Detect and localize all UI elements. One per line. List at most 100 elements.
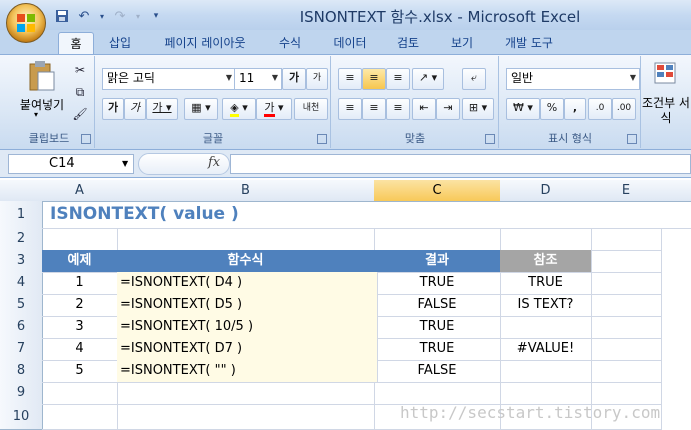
cell-reference[interactable] [500, 360, 592, 383]
orientation-button[interactable]: ↗ ▾ [412, 68, 444, 90]
cell-c2[interactable] [374, 228, 501, 251]
conditional-formatting-label[interactable]: 조건부 서식 [642, 96, 690, 126]
cell-c9[interactable] [374, 382, 501, 405]
redo-icon[interactable]: ↷ [112, 8, 128, 24]
cell-example[interactable]: 2 [42, 294, 118, 317]
cell-result[interactable]: FALSE [374, 294, 501, 317]
tab-developer[interactable]: 개발 도구 [494, 32, 564, 54]
font-size-select[interactable]: 11 ▼ [234, 68, 282, 90]
cell-formula[interactable]: =ISNONTEXT( 10/5 ) [117, 316, 378, 339]
cell-formula[interactable]: =ISNONTEXT( "" ) [117, 360, 378, 383]
cell-reference[interactable] [500, 316, 592, 339]
row-header-9[interactable]: 9 [0, 382, 43, 405]
cell-example[interactable]: 5 [42, 360, 118, 383]
row-header-3[interactable]: 3 [0, 250, 43, 273]
customize-qat-icon[interactable]: ▾ [148, 8, 164, 24]
grow-font-button[interactable]: 가 [282, 68, 306, 90]
column-header-a[interactable]: A [42, 180, 118, 202]
merge-center-button[interactable]: ⊞ ▾ [462, 98, 494, 120]
cell-example[interactable]: 3 [42, 316, 118, 339]
font-launcher-icon[interactable] [317, 134, 327, 144]
tab-data[interactable]: 데이터 [322, 32, 378, 54]
cell-a10[interactable] [42, 404, 118, 430]
paste-button-label[interactable]: 붙여넣기 [10, 96, 74, 113]
copy-icon[interactable]: ⧉ [70, 82, 90, 102]
shrink-font-button[interactable]: 가 [306, 68, 328, 90]
align-center-button[interactable]: ≡ [362, 98, 386, 120]
paste-icon[interactable] [24, 60, 58, 94]
row-header-7[interactable]: 7 [0, 338, 43, 361]
comma-button[interactable]: , [564, 98, 586, 120]
cell-b9[interactable] [117, 382, 375, 405]
underline-button[interactable]: 가 ▾ [146, 98, 178, 120]
column-header-b[interactable]: B [117, 180, 375, 202]
cell-reference[interactable]: TRUE [500, 272, 592, 295]
redo-dropdown-icon[interactable]: ▾ [134, 8, 142, 24]
currency-button[interactable]: ₩ ▾ [506, 98, 540, 120]
row-header-6[interactable]: 6 [0, 316, 43, 339]
column-header-d[interactable]: D [500, 180, 592, 202]
fill-color-button[interactable]: ◈ ▾ [222, 98, 256, 120]
cell-e5[interactable] [591, 294, 662, 317]
align-bottom-button[interactable]: ≡ [386, 68, 410, 90]
cell-e2[interactable] [591, 228, 662, 251]
number-format-select[interactable]: 일반 ▼ [506, 68, 640, 90]
column-header-c[interactable]: C [374, 180, 501, 202]
cut-icon[interactable]: ✂ [70, 60, 90, 80]
cell-e4[interactable] [591, 272, 662, 295]
cell-b2[interactable] [117, 228, 375, 251]
decrease-decimal-button[interactable]: .00 [612, 98, 636, 120]
cell-e3[interactable] [591, 250, 662, 273]
cell-e6[interactable] [591, 316, 662, 339]
align-top-button[interactable]: ≡ [338, 68, 362, 90]
sheet-title[interactable]: ISNONTEXT( value ) [42, 201, 691, 229]
cell-reference[interactable]: IS TEXT? [500, 294, 592, 317]
header-formula[interactable]: 함수식 [117, 250, 375, 273]
wrap-text-button[interactable]: ⤶ [462, 68, 486, 90]
select-all-corner[interactable] [0, 180, 43, 202]
cell-a2[interactable] [42, 228, 118, 251]
cell-e8[interactable] [591, 360, 662, 383]
font-color-button[interactable]: 가 ▾ [256, 98, 292, 120]
cell-formula[interactable]: =ISNONTEXT( D5 ) [117, 294, 378, 317]
cell-d2[interactable] [500, 228, 592, 251]
cell-result[interactable]: TRUE [374, 316, 501, 339]
tab-insert[interactable]: 삽입 [100, 32, 140, 54]
header-reference[interactable]: 참조 [500, 250, 592, 273]
name-box[interactable]: C14 [8, 154, 134, 174]
alignment-launcher-icon[interactable] [485, 134, 495, 144]
conditional-formatting-icon[interactable] [652, 62, 678, 88]
increase-decimal-button[interactable]: .0 [588, 98, 612, 120]
clipboard-launcher-icon[interactable] [81, 134, 91, 144]
tab-page-layout[interactable]: 페이지 레이아웃 [150, 32, 260, 54]
paste-dropdown-icon[interactable]: ▾ [34, 110, 38, 119]
cell-result[interactable]: TRUE [374, 338, 501, 361]
font-name-select[interactable]: 맑은 고딕 ▼ [102, 68, 236, 90]
insert-function-icon[interactable]: fx [208, 155, 220, 170]
column-header-e[interactable]: E [591, 180, 662, 202]
row-header-8[interactable]: 8 [0, 360, 43, 383]
phonetic-button[interactable]: 내천 [294, 98, 328, 120]
cell-b10[interactable] [117, 404, 375, 430]
row-header-5[interactable]: 5 [0, 294, 43, 317]
decrease-indent-button[interactable]: ⇤ [412, 98, 436, 120]
tab-home[interactable]: 홈 [58, 32, 94, 55]
cell-e7[interactable] [591, 338, 662, 361]
row-header-4[interactable]: 4 [0, 272, 43, 295]
cell-d9[interactable] [500, 382, 592, 405]
column-header-f[interactable] [661, 180, 691, 202]
header-result[interactable]: 결과 [374, 250, 501, 273]
save-icon[interactable] [54, 8, 70, 24]
cell-e9[interactable] [591, 382, 662, 405]
number-launcher-icon[interactable] [627, 134, 637, 144]
header-example[interactable]: 예제 [42, 250, 118, 273]
increase-indent-button[interactable]: ⇥ [436, 98, 460, 120]
align-left-button[interactable]: ≡ [338, 98, 362, 120]
percent-button[interactable]: % [540, 98, 564, 120]
tab-view[interactable]: 보기 [440, 32, 484, 54]
italic-button[interactable]: 가 [124, 98, 146, 120]
align-right-button[interactable]: ≡ [386, 98, 410, 120]
row-header-1[interactable]: 1 [0, 201, 43, 229]
cell-result[interactable]: FALSE [374, 360, 501, 383]
row-header-2[interactable]: 2 [0, 228, 43, 251]
